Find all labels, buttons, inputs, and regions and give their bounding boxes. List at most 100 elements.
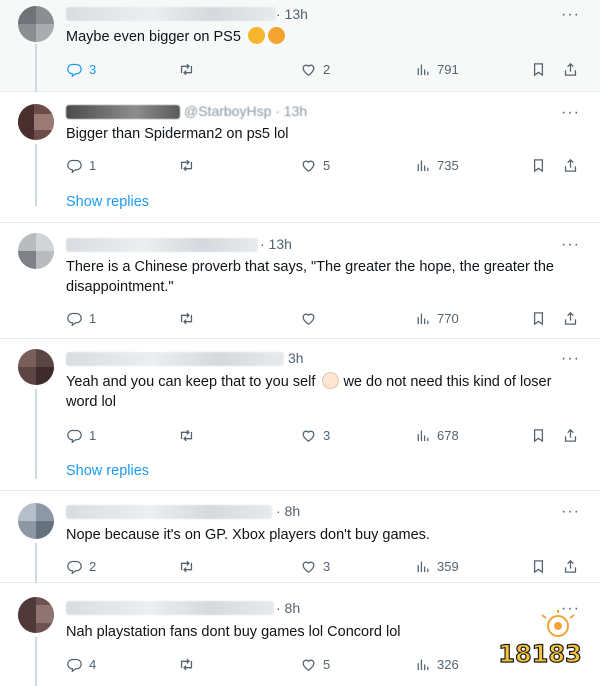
share-button[interactable] [562, 556, 579, 576]
retweet-button[interactable] [178, 425, 195, 445]
author-name-redacted [66, 352, 284, 366]
retweet-button[interactable] [178, 556, 195, 576]
bookmark-button[interactable] [530, 556, 547, 576]
share-button[interactable] [562, 59, 579, 79]
thread-line [35, 637, 37, 686]
retweet-button[interactable] [178, 308, 195, 328]
bookmark-icon [530, 427, 547, 444]
retweet-button[interactable] [178, 59, 195, 79]
thread-line [35, 144, 37, 206]
avatar[interactable] [18, 233, 54, 269]
tweet-text: Maybe even bigger on PS5 [66, 27, 578, 47]
bookmark-button[interactable] [530, 425, 547, 445]
avatar[interactable] [18, 6, 54, 42]
views-icon [414, 157, 431, 174]
tweet-text: Nope because it's on GP. Xbox players do… [66, 527, 430, 543]
share-icon [562, 310, 579, 327]
avatar[interactable] [18, 104, 54, 140]
reply-icon [66, 656, 83, 673]
bookmark-button[interactable] [530, 155, 547, 175]
retweet-icon [178, 558, 195, 575]
views-button[interactable]: 678 [414, 425, 459, 445]
tweet-4[interactable]: 3h ··· Yeah and you can keep that to you… [0, 339, 600, 491]
svg-text:18183: 18183 [498, 640, 582, 668]
site-watermark: 18183 [494, 610, 586, 672]
reply-icon [66, 558, 83, 575]
reply-button[interactable]: 1 [66, 155, 96, 175]
more-icon[interactable]: ··· [561, 237, 580, 253]
share-icon [562, 61, 579, 78]
like-button[interactable]: 3 [300, 425, 330, 445]
retweet-icon [178, 656, 195, 673]
tweet-actions: 2 3 359 [66, 556, 586, 576]
share-icon [562, 558, 579, 575]
views-icon [414, 61, 431, 78]
tweet-actions: 1 770 [66, 308, 586, 328]
more-icon[interactable]: ··· [561, 351, 580, 367]
watermark-logo-icon: 18183 [498, 610, 582, 669]
more-icon[interactable]: ··· [561, 504, 580, 520]
bookmark-icon [530, 558, 547, 575]
tweet-actions: 3 2 791 [66, 59, 586, 79]
like-button[interactable]: 5 [300, 654, 330, 674]
author-name-redacted [66, 238, 258, 252]
share-button[interactable] [562, 308, 579, 328]
like-button[interactable]: 3 [300, 556, 330, 576]
views-button[interactable]: 735 [414, 155, 459, 175]
avatar[interactable] [18, 349, 54, 385]
like-button[interactable]: 2 [300, 59, 330, 79]
avatar[interactable] [18, 503, 54, 539]
reply-icon [66, 157, 83, 174]
retweet-icon [178, 427, 195, 444]
avatar[interactable] [18, 597, 54, 633]
tweet-time: 3h [288, 350, 304, 366]
views-icon [414, 427, 431, 444]
more-icon[interactable]: ··· [561, 105, 580, 121]
like-icon [300, 61, 317, 78]
clown-face-emoji [322, 372, 340, 389]
share-icon [562, 427, 579, 444]
tweet-5[interactable]: · 8h ··· Nope because it's on GP. Xbox p… [0, 491, 600, 583]
retweet-button[interactable] [178, 155, 195, 175]
tweet-3[interactable]: · 13h ··· There is a Chinese proverb tha… [0, 223, 600, 339]
author-name-redacted [66, 105, 180, 119]
hugging-face-emoji [267, 27, 285, 44]
like-icon [300, 157, 317, 174]
reply-button[interactable]: 4 [66, 654, 96, 674]
views-icon [414, 310, 431, 327]
bookmark-button[interactable] [530, 59, 547, 79]
retweet-button[interactable] [178, 654, 195, 674]
tweet-time: · 13h [276, 6, 308, 22]
share-icon [562, 157, 579, 174]
thread-line [35, 389, 37, 479]
thread-line [35, 44, 37, 92]
reply-button[interactable]: 1 [66, 308, 96, 328]
author-name-redacted [66, 7, 276, 21]
reply-icon [66, 310, 83, 327]
reply-button[interactable]: 3 [66, 59, 96, 79]
views-button[interactable]: 326 [414, 654, 459, 674]
bookmark-button[interactable] [530, 308, 547, 328]
show-replies-link[interactable]: Show replies [66, 194, 149, 210]
show-replies-link[interactable]: Show replies [66, 463, 149, 479]
author-name-redacted [66, 601, 274, 615]
share-button[interactable] [562, 425, 579, 445]
like-icon [300, 558, 317, 575]
tweet-1[interactable]: · 13h ··· Maybe even bigger on PS5 3 2 7… [0, 0, 600, 92]
retweet-icon [178, 310, 195, 327]
views-button[interactable]: 770 [414, 308, 459, 328]
views-button[interactable]: 791 [414, 59, 459, 79]
tweet-2[interactable]: @StarboyHsp · 13h ··· Bigger than Spider… [0, 92, 600, 223]
retweet-icon [178, 61, 195, 78]
like-button[interactable] [300, 308, 323, 328]
like-button[interactable]: 5 [300, 155, 330, 175]
share-button[interactable] [562, 155, 579, 175]
reply-button[interactable]: 1 [66, 425, 96, 445]
reply-button[interactable]: 2 [66, 556, 96, 576]
reply-icon [66, 61, 83, 78]
more-icon[interactable]: ··· [561, 7, 580, 23]
tweet-time: · 8h [276, 600, 301, 616]
tweet-time: · 13h [260, 236, 292, 252]
views-icon [414, 558, 431, 575]
views-button[interactable]: 359 [414, 556, 459, 576]
